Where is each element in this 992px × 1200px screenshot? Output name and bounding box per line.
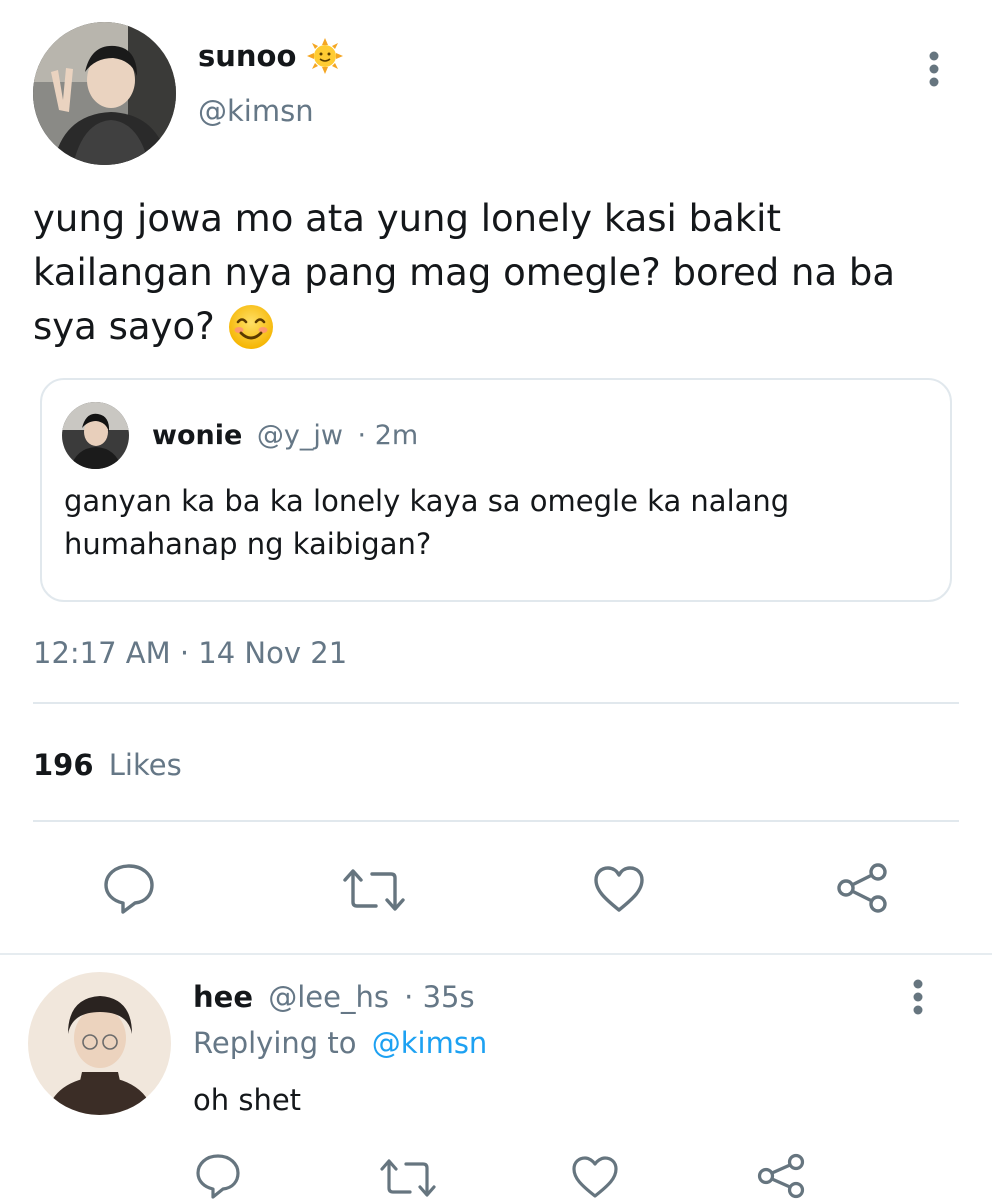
divider <box>33 702 959 704</box>
reply-text: oh shet <box>193 1083 302 1117</box>
quoted-handle: @y_jw <box>256 420 343 451</box>
reply-handle[interactable]: @lee_hs <box>268 980 389 1014</box>
reply-time: · 35s <box>404 980 475 1014</box>
more-vertical-icon[interactable] <box>904 978 932 1018</box>
divider <box>33 820 959 822</box>
heart-icon[interactable] <box>592 864 646 914</box>
retweet-icon[interactable] <box>340 866 408 914</box>
replying-to: Replying to @kimsn <box>193 1026 487 1060</box>
share-icon[interactable] <box>755 1152 807 1200</box>
quoted-text-line: ganyan ka ba ka lonely kaya sa omegle ka… <box>64 484 790 518</box>
reply-display-name[interactable]: hee <box>193 980 253 1014</box>
author-display-name: sunoo <box>198 39 297 73</box>
author-name-row[interactable]: sunoo <box>198 36 344 76</box>
reply-name-row: hee @lee_hs · 35s <box>193 980 475 1014</box>
replying-prefix: Replying to <box>193 1026 357 1060</box>
author-handle[interactable]: @kimsn <box>198 94 314 128</box>
tweet-text-line: yung jowa mo ata yung lonely kasi bakit <box>33 197 781 240</box>
retweet-icon[interactable] <box>378 1156 438 1200</box>
more-vertical-icon[interactable] <box>920 50 948 90</box>
share-icon[interactable] <box>834 862 890 914</box>
likes-stat[interactable]: 196 Likes <box>33 748 182 782</box>
reply-icon[interactable] <box>101 862 157 914</box>
quoted-author-avatar[interactable] <box>62 402 129 469</box>
quoted-name-row: wonie @y_jw · 2m <box>152 420 418 451</box>
heart-icon[interactable] <box>570 1154 620 1200</box>
replying-handle-link[interactable]: @kimsn <box>372 1026 488 1060</box>
section-divider <box>0 953 992 955</box>
likes-count: 196 <box>33 748 94 782</box>
author-avatar[interactable] <box>33 22 176 165</box>
tweet-timestamp[interactable]: 12:17 AM · 14 Nov 21 <box>33 636 347 670</box>
reply-icon[interactable] <box>193 1152 243 1200</box>
quoted-display-name: wonie <box>152 420 243 451</box>
tweet-text-line: sya sayo? <box>33 305 215 348</box>
sun-with-face-emoji <box>306 37 344 75</box>
tweet-text-line: kailangan nya pang mag omegle? bored na … <box>33 251 896 294</box>
quoted-tweet-card[interactable]: wonie @y_jw · 2m ganyan ka ba ka lonely … <box>40 378 952 602</box>
reply-author-avatar[interactable] <box>28 972 171 1115</box>
quoted-time: · 2m <box>357 420 419 451</box>
smiling-face-emoji <box>227 303 275 351</box>
tweet-text: yung jowa mo ata yung lonely kasi bakit … <box>33 192 963 354</box>
quoted-text: ganyan ka ba ka lonely kaya sa omegle ka… <box>64 480 934 566</box>
likes-label: Likes <box>108 748 182 782</box>
quoted-text-line: humahanap ng kaibigan? <box>64 527 432 561</box>
